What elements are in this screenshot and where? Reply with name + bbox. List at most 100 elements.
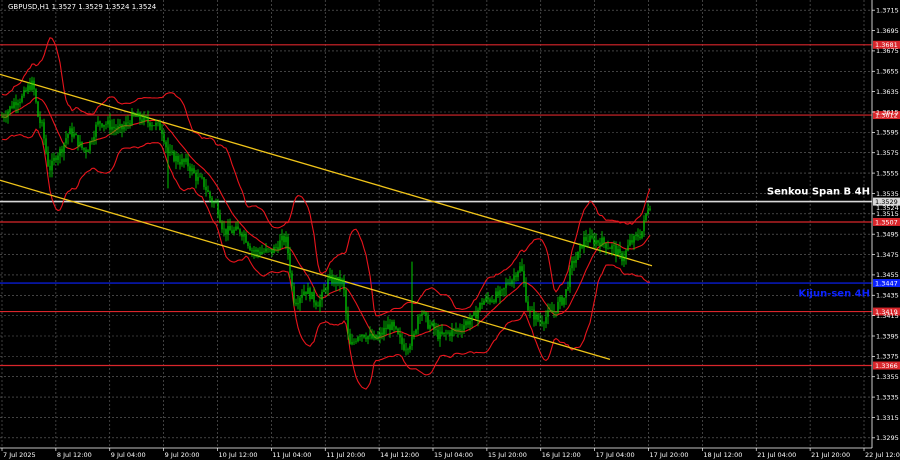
candle-body — [179, 161, 181, 165]
candle-body — [331, 275, 333, 284]
candle-body — [609, 248, 611, 250]
candle-body — [45, 138, 47, 153]
candle-body — [431, 322, 433, 326]
candle-body — [217, 202, 219, 215]
candle-body — [341, 279, 343, 284]
candle-body — [137, 112, 139, 117]
candle-body — [313, 291, 315, 303]
candle-body — [621, 252, 623, 262]
candle-body — [197, 176, 199, 181]
candle-body — [521, 266, 523, 271]
candle-body — [19, 101, 21, 104]
candle-body — [473, 312, 475, 316]
candle-body — [303, 291, 305, 296]
candle-body — [367, 336, 369, 340]
candle-body — [365, 337, 367, 340]
x-tick-label: 11 Jul 20:00 — [326, 451, 365, 459]
candle-body — [333, 277, 335, 284]
candle-body — [397, 328, 399, 334]
candle-body — [209, 191, 211, 198]
candle-body — [299, 297, 301, 304]
candle-body — [585, 237, 587, 241]
candle-body — [135, 115, 137, 117]
candle-body — [643, 220, 645, 232]
y-tick-label: 1.3435 — [876, 292, 899, 300]
candle-body — [65, 138, 67, 144]
candle-body — [361, 334, 363, 337]
candle-body — [343, 279, 345, 290]
candle-body — [61, 148, 63, 153]
candle-body — [151, 125, 153, 127]
candle-body — [11, 106, 13, 108]
candle-body — [31, 80, 33, 90]
candle-body — [385, 327, 387, 330]
candle-body — [647, 210, 649, 214]
candle-body — [161, 130, 163, 135]
level-price-label: 1.3507 — [875, 218, 898, 226]
candle-body — [415, 329, 417, 334]
candle-body — [577, 251, 579, 260]
candle-body — [143, 116, 145, 123]
candle-body — [615, 245, 617, 256]
candle-body — [185, 158, 187, 162]
candle-body — [563, 297, 565, 305]
candle-body — [193, 168, 195, 174]
candle-body — [345, 289, 347, 314]
candle-body — [569, 268, 571, 287]
candle-body — [251, 250, 253, 251]
candle-body — [315, 302, 317, 306]
candle-body — [631, 240, 633, 243]
candle-body — [423, 312, 425, 314]
candle-body — [565, 289, 567, 298]
candle-body — [507, 283, 509, 284]
candle-body — [21, 95, 23, 102]
candle-body — [189, 166, 191, 172]
candle-body — [265, 248, 267, 252]
candle-body — [253, 250, 255, 252]
candle-body — [25, 90, 27, 92]
candle-body — [589, 235, 591, 242]
candle-body — [603, 237, 605, 244]
candle-body — [449, 332, 451, 336]
price-chart[interactable]: 1.36811.36121.35291.35071.34471.34191.33… — [0, 0, 900, 460]
candle-body — [37, 101, 39, 117]
y-tick-label: 1.3575 — [876, 149, 899, 157]
candle-body — [519, 266, 521, 272]
candle-body — [481, 303, 483, 305]
candle-body — [81, 141, 83, 148]
x-tick-label: 8 Jul 12:00 — [57, 451, 92, 459]
candle-body — [509, 283, 511, 285]
plot-background — [0, 0, 900, 460]
candle-body — [171, 151, 173, 153]
candle-body — [57, 155, 59, 160]
candle-body — [551, 310, 553, 313]
candle-body — [273, 247, 275, 254]
candle-body — [231, 230, 233, 234]
candle-body — [287, 236, 289, 254]
candle-body — [495, 291, 497, 302]
y-tick-label: 1.3315 — [876, 414, 899, 422]
candle-body — [317, 305, 319, 307]
candle-body — [39, 116, 41, 124]
candle-body — [1, 116, 3, 118]
candle-body — [443, 332, 445, 334]
x-tick-label: 15 Jul 04:00 — [434, 451, 473, 459]
candle-body — [553, 311, 555, 313]
candle-body — [437, 329, 439, 340]
candle-body — [575, 259, 577, 263]
candle-body — [291, 273, 293, 287]
x-tick-label: 17 Jul 20:00 — [650, 451, 689, 459]
candle-body — [375, 334, 377, 340]
candle-body — [491, 300, 493, 302]
candle-body — [257, 249, 259, 252]
y-tick-label: 1.3395 — [876, 332, 899, 340]
candle-body — [471, 315, 473, 322]
candle-body — [515, 275, 517, 278]
candle-body — [127, 122, 129, 124]
candle-body — [369, 334, 371, 337]
candle-body — [541, 321, 543, 324]
candle-body — [649, 208, 651, 211]
candle-body — [175, 156, 177, 162]
candle-body — [433, 322, 435, 330]
candle-body — [339, 276, 341, 284]
